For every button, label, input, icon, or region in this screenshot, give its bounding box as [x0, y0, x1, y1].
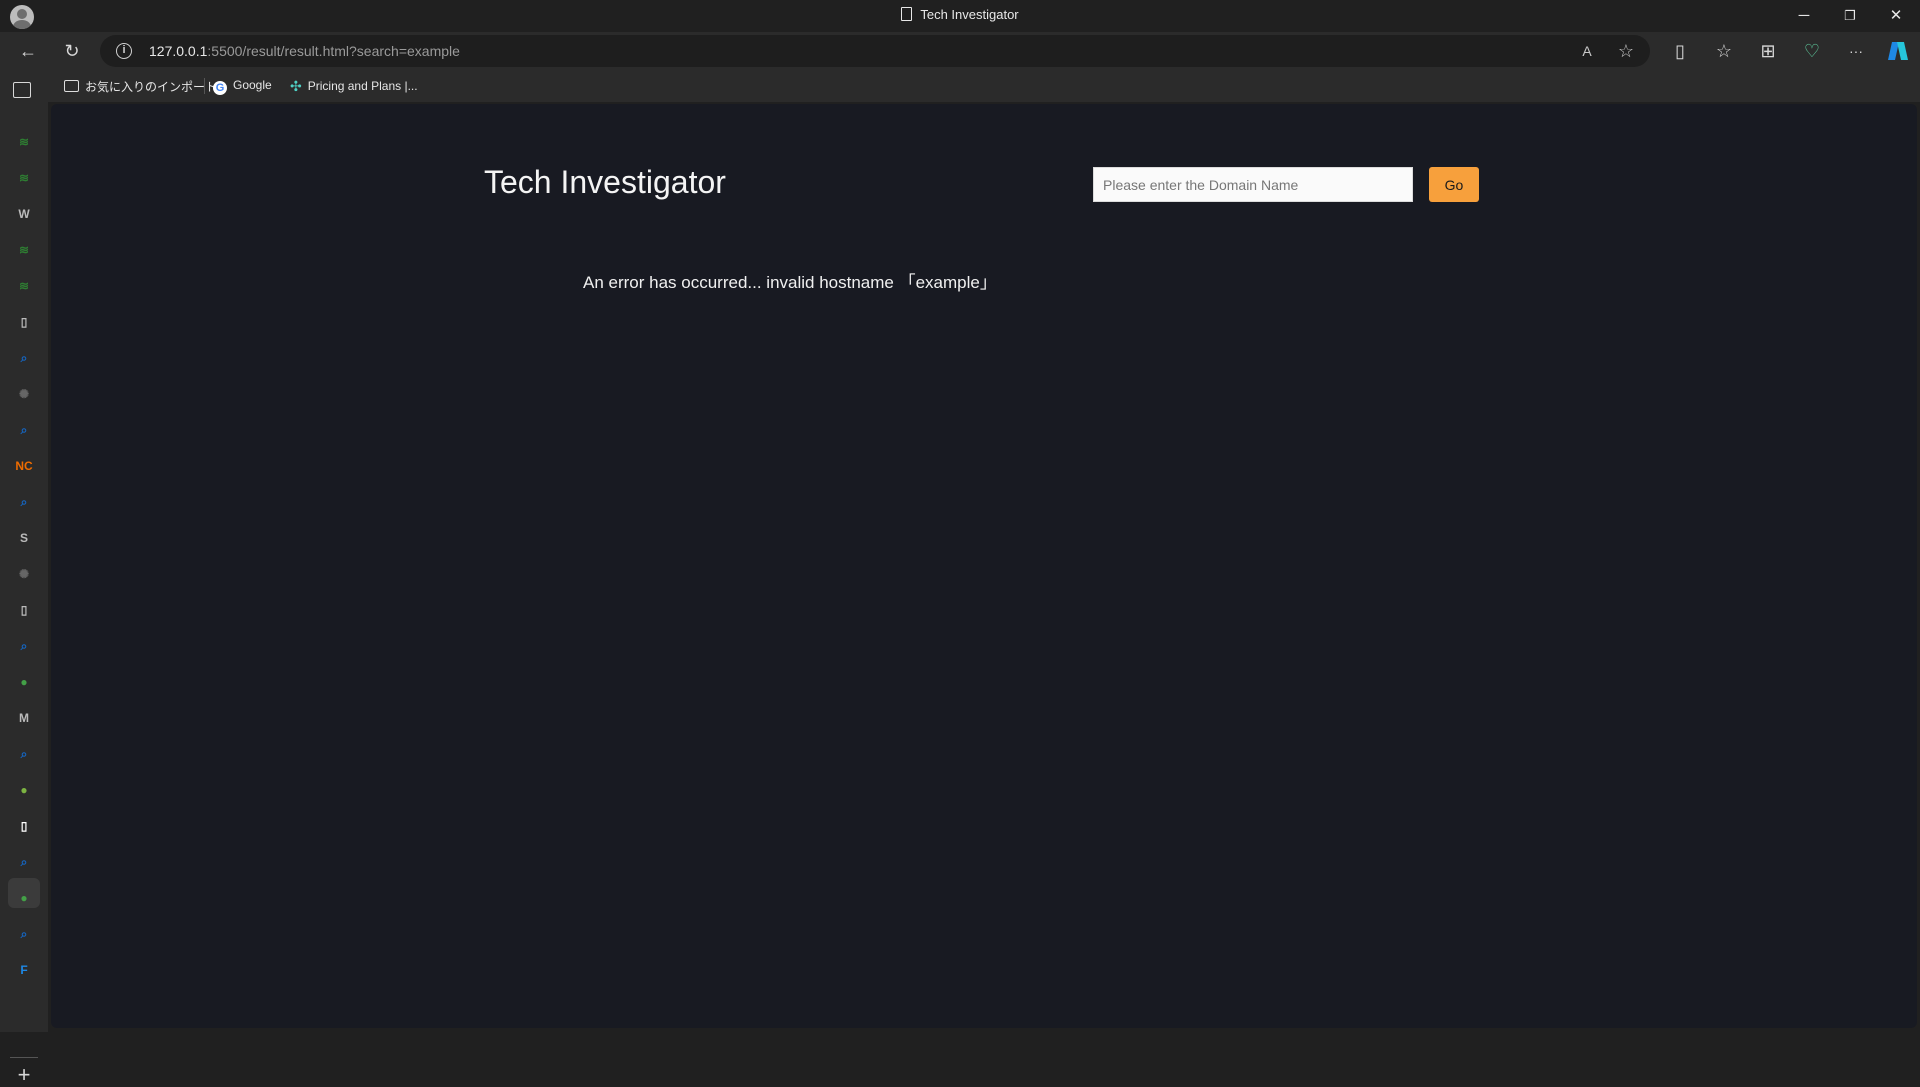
- window-title: Tech Investigator: [0, 7, 1920, 22]
- page-content: Tech Investigator Go An error has occurr…: [51, 104, 1917, 1028]
- openai-icon[interactable]: ✺: [14, 384, 34, 404]
- bookmark-label: Google: [233, 78, 272, 92]
- window-title-text: Tech Investigator: [920, 7, 1019, 22]
- favorites-list-icon[interactable]: ☆: [1708, 36, 1740, 66]
- read-aloud-icon[interactable]: A: [1575, 40, 1599, 62]
- search-icon[interactable]: ⌕: [14, 420, 34, 440]
- address-bar[interactable]: i 127.0.0.1:5500/result/result.html?sear…: [100, 35, 1650, 67]
- go-button[interactable]: Go: [1429, 167, 1479, 202]
- domain-search-input[interactable]: [1093, 167, 1413, 202]
- tab-actions-icon[interactable]: [13, 82, 31, 98]
- nc-icon[interactable]: NC: [14, 456, 34, 476]
- tab-icon-5[interactable]: ≋: [14, 276, 34, 296]
- bookmark-label: Pricing and Plans |...: [307, 79, 418, 93]
- openai-icon[interactable]: ✺: [14, 564, 34, 584]
- f-icon[interactable]: F: [14, 960, 34, 980]
- refresh-button[interactable]: ↻: [56, 36, 88, 66]
- document-icon[interactable]: ▯: [14, 600, 34, 620]
- search-icon[interactable]: ⌕: [14, 852, 34, 872]
- wikipedia-icon[interactable]: W: [14, 204, 34, 224]
- split-screen-icon[interactable]: ▯: [1664, 36, 1696, 66]
- search-icon[interactable]: ⌕: [14, 924, 34, 944]
- google-icon: G: [213, 81, 227, 95]
- search-icon[interactable]: ⌕: [14, 348, 34, 368]
- search-icon[interactable]: ⌕: [14, 636, 34, 656]
- collections-icon[interactable]: ⊞: [1752, 36, 1784, 66]
- site-info-icon[interactable]: i: [116, 43, 132, 59]
- title-bar: Tech Investigator ─ ❐ ✕: [0, 0, 1920, 32]
- browser-health-icon[interactable]: ♡: [1796, 36, 1828, 66]
- sidebar-divider: [10, 1057, 38, 1058]
- url-text[interactable]: 127.0.0.1:5500/result/result.html?search…: [149, 43, 460, 59]
- tab-icon-4[interactable]: ≋: [14, 240, 34, 260]
- url-path: :5500/result/result.html?search=example: [207, 43, 460, 59]
- m-icon[interactable]: M: [14, 708, 34, 728]
- page-title: Tech Investigator: [484, 164, 726, 200]
- green-dot-icon[interactable]: ●: [14, 780, 34, 800]
- copilot-icon[interactable]: [1882, 36, 1914, 66]
- search-icon[interactable]: ⌕: [14, 744, 34, 764]
- bookmark-import-favorites[interactable]: お気に入りのインポート: [64, 78, 217, 95]
- green-circle-icon[interactable]: ●: [14, 672, 34, 692]
- document-icon-active[interactable]: ▯: [14, 816, 34, 836]
- folder-import-icon: [64, 80, 79, 92]
- favorite-star-icon[interactable]: ☆: [1614, 40, 1638, 62]
- bookmark-google[interactable]: G Google: [213, 78, 272, 95]
- url-host: 127.0.0.1: [149, 43, 208, 59]
- page-document-icon: [901, 7, 913, 21]
- close-button[interactable]: ✕: [1873, 0, 1919, 32]
- vertical-tabs-sidebar: ≋ ≋ W ≋ ≋ ▯ ⌕ ✺ ⌕ NC ⌕ S ✺ ▯ ⌕ ● M ⌕ ● ▯ ⌕ ● ⌕ F +: [0, 70, 48, 1086]
- browser-toolbar: ← ↻ i 127.0.0.1:5500/result/result.html?…: [0, 32, 1920, 70]
- s-icon[interactable]: S: [14, 528, 34, 548]
- tab-icon-2[interactable]: ≋: [14, 168, 34, 188]
- bookmarks-bar: お気に入りのインポート G Google ✣ Pricing and Plans |…: [0, 70, 1920, 102]
- bookmark-label: お気に入りのインポート: [85, 80, 218, 94]
- new-tab-icon[interactable]: +: [14, 1064, 34, 1086]
- tab-icon-1[interactable]: ≋: [14, 132, 34, 152]
- bookmarks-divider: [204, 78, 205, 94]
- back-button[interactable]: ←: [12, 36, 44, 66]
- document-icon[interactable]: ▯: [14, 312, 34, 332]
- minimize-button[interactable]: ─: [1781, 0, 1827, 32]
- search-icon[interactable]: ⌕: [14, 492, 34, 512]
- green-circle-icon[interactable]: ●: [14, 888, 34, 908]
- pricing-icon: ✣: [290, 78, 302, 94]
- restore-button[interactable]: ❐: [1827, 0, 1873, 32]
- bookmark-pricing[interactable]: ✣ Pricing and Plans |...: [290, 78, 418, 95]
- error-message: An error has occurred... invalid hostnam…: [583, 273, 997, 292]
- more-menu-icon[interactable]: ···: [1840, 36, 1872, 66]
